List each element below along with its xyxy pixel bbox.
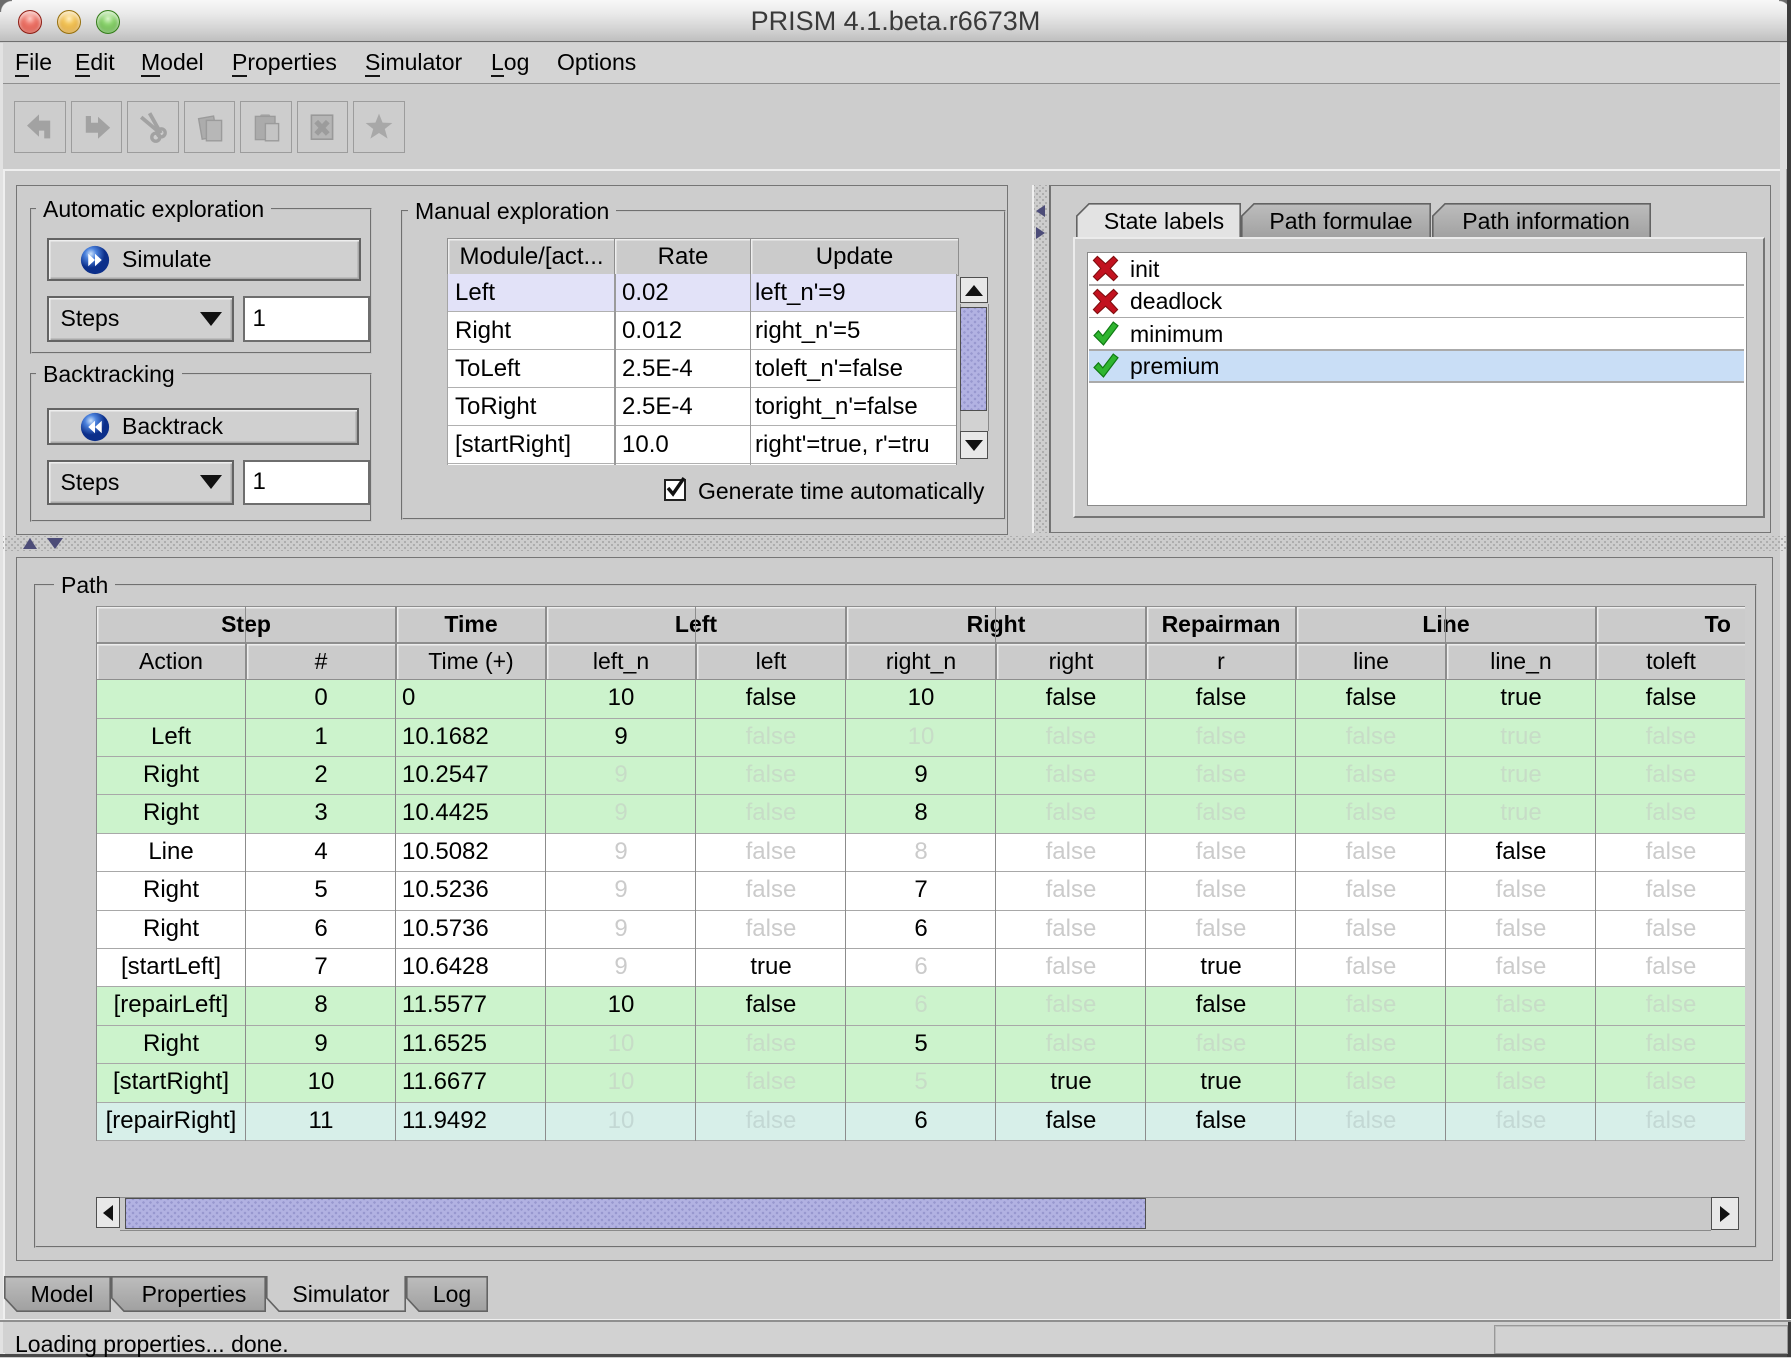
svg-text:Path formulae: Path formulae — [1269, 208, 1412, 234]
svg-text:State labels: State labels — [1103, 208, 1223, 234]
svg-text:Properties: Properties — [142, 1281, 247, 1307]
svg-text:Simulator: Simulator — [292, 1281, 389, 1307]
svg-text:Log: Log — [433, 1281, 471, 1307]
svg-text:Path information: Path information — [1462, 208, 1629, 234]
svg-text:Model: Model — [31, 1281, 94, 1307]
